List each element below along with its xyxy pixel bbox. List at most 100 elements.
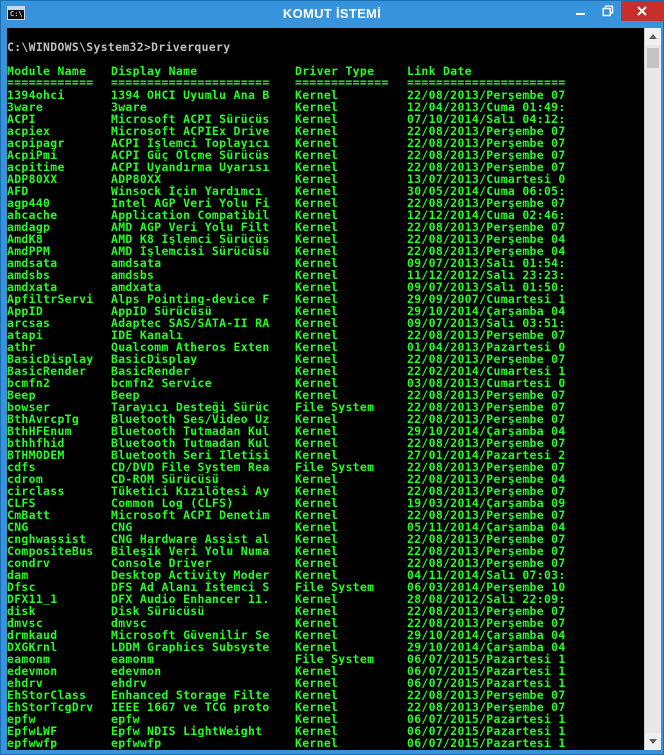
cell-display-name: Bileşik Veri Yolu Numa — [111, 545, 270, 557]
cell-display-name: Bluetooth Tutmadan Kul — [111, 437, 270, 449]
header-separator: ============ ====================== ====… — [7, 76, 565, 88]
cell-display-name: amdsata — [111, 257, 162, 269]
cell-display-name: Microsoft ACPIEx Drive — [111, 125, 270, 137]
cell-module-name: amdagp — [7, 221, 51, 233]
cell-module-name: BthHFEnum — [7, 425, 72, 437]
minimize-button[interactable] — [567, 1, 594, 21]
cell-display-name: CNG — [111, 521, 133, 533]
cell-module-name: ApfiltrServi — [7, 293, 94, 305]
cell-link-date: 22/08/2013/Perşembe 07 — [407, 401, 566, 413]
cell-link-date: 09/07/2013/Salı 01:50: — [407, 281, 566, 293]
cmd-window: C:\ KOMUT İSTEMİ C:\WINDOWS\System32>Dri… — [0, 0, 664, 755]
cell-module-name: AcpiPmi — [7, 149, 58, 161]
cell-link-date: 22/08/2013/Perşembe 07 — [407, 413, 566, 425]
cell-display-name: amdsbs — [111, 269, 155, 281]
cell-module-name: EhStorTcgDrv — [7, 701, 94, 713]
cell-link-date: 22/08/2013/Perşembe 07 — [407, 533, 566, 545]
cell-link-date: 29/09/2007/Cumartesi 1 — [407, 293, 566, 305]
cell-driver-type: Kernel — [295, 329, 339, 341]
cell-module-name: cnghwassist — [7, 533, 87, 545]
cell-display-name: eamonm — [111, 653, 155, 665]
cell-driver-type: Kernel — [295, 305, 339, 317]
cell-module-name: arcsas — [7, 317, 51, 329]
cell-module-name: athr — [7, 341, 36, 353]
cell-link-date: 22/08/2013/Perşembe 07 — [407, 689, 566, 701]
cell-link-date: 22/08/2013/Perşembe 04 — [407, 233, 566, 245]
cell-driver-type: Kernel — [295, 89, 339, 101]
cell-driver-type: Kernel — [295, 605, 339, 617]
scroll-down-button[interactable] — [645, 733, 661, 750]
cell-module-name: BasicDisplay — [7, 353, 94, 365]
cell-module-name: amdxata — [7, 281, 58, 293]
scroll-up-button[interactable] — [645, 28, 661, 45]
cell-module-name: cdfs — [7, 461, 36, 473]
cell-link-date: 22/08/2013/Perşembe 07 — [407, 389, 566, 401]
command-line: C:\WINDOWS\System32>Driverquery — [7, 40, 231, 54]
cell-driver-type: Kernel — [295, 149, 339, 161]
cell-module-name: ehdrv — [7, 677, 44, 689]
cell-display-name: bcmfn2 Service — [111, 377, 212, 389]
cell-driver-type: File System — [295, 461, 375, 473]
cell-link-date: 06/07/2015/Pazartesi 1 — [407, 737, 566, 749]
cell-display-name: Beep — [111, 389, 140, 401]
cell-link-date: 06/03/2014/Perşembe 10 — [407, 581, 566, 593]
cell-module-name: CompositeBus — [7, 545, 94, 557]
cell-module-name: BthAvrcpTg — [7, 413, 80, 425]
cell-display-name: Microsoft Güvenilir Se — [111, 629, 270, 641]
cell-driver-type: Kernel — [295, 449, 339, 461]
cell-driver-type: Kernel — [295, 545, 339, 557]
cell-display-name: Bluetooth Seri İletişi — [111, 449, 270, 461]
cell-module-name: CLFS — [7, 497, 36, 509]
cell-driver-type: Kernel — [295, 341, 339, 353]
cell-module-name: EpfwLWF — [7, 725, 58, 737]
close-icon — [637, 6, 647, 16]
cell-driver-type: Kernel — [295, 593, 339, 605]
cell-driver-type: Kernel — [295, 209, 339, 221]
cell-module-name: DFX11_1 — [7, 593, 58, 605]
cell-driver-type: Kernel — [295, 437, 339, 449]
cell-module-name: CmBatt — [7, 509, 51, 521]
cell-driver-type: Kernel — [295, 377, 339, 389]
cell-display-name: CD-ROM Sürücüsü — [111, 473, 220, 485]
cell-driver-type: Kernel — [295, 233, 339, 245]
cell-driver-type: File System — [295, 581, 375, 593]
cell-module-name: cdrom — [7, 473, 44, 485]
title-bar[interactable]: C:\ KOMUT İSTEMİ — [1, 1, 663, 27]
cell-link-date: 29/10/2014/Çarşamba 04 — [407, 305, 566, 317]
cell-module-name: AmdPPM — [7, 245, 51, 257]
close-button[interactable] — [621, 1, 663, 21]
cell-driver-type: Kernel — [295, 569, 339, 581]
cell-display-name: IEEE 1667 ve TCG proto — [111, 701, 270, 713]
cell-driver-type: Kernel — [295, 509, 339, 521]
cell-display-name: AMD İşlemcisi Sürücüsü — [111, 245, 270, 257]
console-output[interactable]: C:\WINDOWS\System32>Driverquery Module N… — [7, 28, 644, 750]
cell-driver-type: Kernel — [295, 665, 339, 677]
cell-link-date: 01/04/2013/Pazartesi 0 — [407, 341, 566, 353]
cell-driver-type: Kernel — [295, 185, 339, 197]
cell-link-date: 22/08/2013/Perşembe 07 — [407, 353, 566, 365]
cell-module-name: bowser — [7, 401, 51, 413]
cell-link-date: 22/08/2013/Perşembe 07 — [407, 437, 566, 449]
cell-display-name: CD/DVD File System Rea — [111, 461, 270, 473]
window-title: KOMUT İSTEMİ — [282, 6, 382, 21]
cell-driver-type: Kernel — [295, 269, 339, 281]
vertical-scrollbar[interactable] — [644, 28, 661, 750]
scroll-thumb[interactable] — [647, 48, 659, 68]
cell-driver-type: Kernel — [295, 557, 339, 569]
cell-driver-type: Kernel — [295, 353, 339, 365]
cell-link-date: 09/07/2013/Salı 01:54: — [407, 257, 566, 269]
arrow-up-icon — [649, 34, 657, 39]
cell-driver-type: Kernel — [295, 257, 339, 269]
cell-module-name: BasicRender — [7, 365, 87, 377]
cell-module-name: dmvsc — [7, 617, 44, 629]
cell-module-name: Dfsc — [7, 581, 36, 593]
cell-link-date: 29/10/2014/Çarşamba 04 — [407, 425, 566, 437]
cell-display-name: Disk Sürücüsü — [111, 605, 205, 617]
cell-driver-type: Kernel — [295, 737, 339, 749]
cell-link-date: 22/08/2013/Perşembe 07 — [407, 149, 566, 161]
cell-link-date: 28/08/2012/Salı 22:09: — [407, 593, 566, 605]
cell-display-name: edevmon — [111, 665, 162, 677]
restore-button[interactable] — [594, 1, 621, 21]
cell-display-name: ACPI Uyandırma Uyarısı — [111, 161, 270, 173]
cell-module-name: amdsbs — [7, 269, 51, 281]
